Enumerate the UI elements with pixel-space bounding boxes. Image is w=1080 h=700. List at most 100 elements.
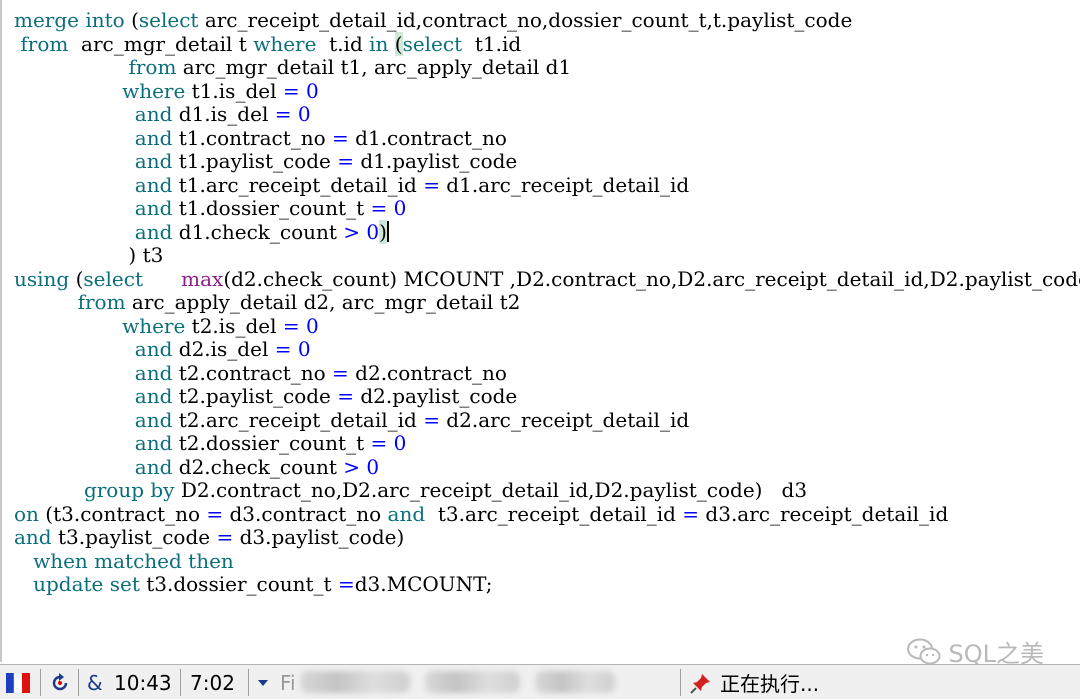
sql-text: t1.paylist_code (172, 149, 338, 173)
sql-text: t2.arc_receipt_detail_id (172, 407, 424, 432)
sql-text: d1.paylist_code (354, 149, 518, 173)
code-line[interactable]: and d2.is_del = 0 (14, 337, 311, 361)
code-line[interactable]: from arc_mgr_detail t where t.id in (sel… (14, 31, 522, 56)
matched-paren: ) (379, 219, 387, 244)
cursor-position: 7:02 (190, 670, 235, 695)
code-line[interactable]: from arc_mgr_detail t1, arc_apply_detail… (14, 55, 571, 79)
sql-text: arc_receipt_detail_id,contract_no,dossie… (198, 8, 853, 32)
sql-keyword: where (253, 31, 317, 56)
refresh-icon[interactable] (50, 665, 70, 700)
sql-text: d1.contract_no (348, 125, 507, 150)
sql-operator: > (343, 454, 361, 479)
code-line[interactable]: and t2.contract_no = d2.contract_no (14, 361, 507, 385)
sql-text: t2.paylist_code (172, 384, 338, 408)
code-line[interactable]: ) t3 (14, 243, 163, 267)
sql-text: d2.paylist_code (354, 384, 518, 408)
sql-keyword: and (134, 454, 173, 479)
code-line[interactable]: and t3.paylist_code = d3.paylist_code) (14, 525, 404, 549)
sql-text: (d2.check_count) MCOUNT ,D2.contract_no,… (223, 266, 1080, 291)
sql-operator: = (337, 149, 355, 173)
sql-text: t1.arc_receipt_detail_id (172, 172, 424, 197)
code-line[interactable]: and d1.check_count > 0) (14, 219, 389, 244)
sql-editor[interactable]: merge into (select arc_receipt_detail_id… (0, 0, 1080, 662)
sql-keyword: where (122, 78, 186, 103)
sql-text: (t3.contract_no (38, 501, 207, 526)
sql-operator: = (332, 125, 349, 150)
sql-number: 0 (297, 337, 311, 361)
sql-operator: > (343, 219, 361, 244)
code-line[interactable]: when matched then (14, 549, 234, 573)
code-line[interactable]: merge into (select arc_receipt_detail_id… (14, 8, 852, 32)
code-line[interactable]: where t1.is_del = 0 (14, 79, 319, 103)
code-line[interactable]: and t1.arc_receipt_detail_id = d1.arc_re… (14, 173, 689, 197)
sql-operator: = (370, 431, 388, 455)
sql-operator: = (337, 572, 355, 596)
code-line[interactable]: from arc_apply_detail d2, arc_mgr_detail… (14, 290, 521, 314)
sql-keyword: and (134, 125, 173, 150)
sql-keyword: and (134, 407, 173, 432)
sql-keyword: using (14, 266, 70, 291)
sql-text: d3.contract_no (223, 501, 388, 526)
code-line[interactable]: group by D2.contract_no,D2.arc_receipt_d… (14, 478, 807, 502)
sql-operator: = (332, 360, 349, 385)
status-prefix: Fi (280, 670, 296, 695)
sql-keyword: and (134, 337, 173, 361)
chevron-down-icon[interactable] (256, 665, 270, 700)
flag-icon (6, 665, 32, 700)
sql-keyword: select (138, 8, 199, 32)
sql-number: 0 (393, 431, 407, 455)
code-line[interactable]: and t2.arc_receipt_detail_id = d2.arc_re… (14, 408, 689, 432)
code-line[interactable]: and t2.paylist_code = d2.paylist_code (14, 384, 517, 408)
sql-text: ( (69, 266, 84, 291)
sql-keyword: where (122, 313, 186, 338)
code-line[interactable]: and d2.check_count > 0 (14, 455, 379, 479)
blurred-region (535, 671, 615, 693)
sql-number: 0 (297, 102, 311, 126)
sql-keyword: merge (14, 8, 79, 32)
sql-number: 0 (366, 219, 380, 244)
sql-text: arc_apply_detail d2, arc_mgr_detail t2 (125, 290, 521, 314)
sql-operator: = (282, 78, 300, 103)
clock-time: 10:43 (114, 670, 172, 695)
sql-text: t3.arc_receipt_detail_id (425, 501, 683, 526)
code-line[interactable]: update set t3.dossier_count_t =d3.MCOUNT… (14, 572, 492, 596)
code-line[interactable]: and d1.is_del = 0 (14, 102, 311, 126)
sql-text: d2.is_del (172, 337, 275, 361)
sql-keyword: on (14, 501, 39, 526)
sql-text: t2.is_del (185, 313, 283, 338)
code-line[interactable]: using (select max(d2.check_count) MCOUNT… (14, 267, 1080, 291)
blurred-region (425, 671, 520, 693)
sql-text: t1.id (462, 31, 522, 56)
sql-text: d2.contract_no (348, 360, 507, 385)
sql-keyword: and (134, 219, 173, 244)
sql-operator: = (274, 337, 292, 361)
sql-keyword: and (134, 172, 173, 197)
sql-keyword: and (134, 149, 173, 173)
code-line[interactable]: and t1.contract_no = d1.contract_no (14, 126, 507, 150)
code-line[interactable]: on (t3.contract_no = d3.contract_no and … (14, 502, 948, 526)
sql-text: t1.contract_no (172, 125, 333, 150)
code-line[interactable]: and t1.paylist_code = d1.paylist_code (14, 149, 517, 173)
code-line[interactable]: and t1.dossier_count_t = 0 (14, 196, 407, 220)
code-line[interactable]: and t2.dossier_count_t = 0 (14, 431, 407, 455)
sql-text: arc_mgr_detail t (68, 31, 254, 56)
code-line[interactable]: where t2.is_del = 0 (14, 314, 319, 338)
sql-operator: = (370, 196, 388, 220)
sql-keyword: and (134, 196, 173, 220)
sql-keyword: select (402, 31, 463, 56)
sql-text: t.id (316, 31, 370, 56)
sql-keyword: update set (33, 572, 140, 596)
sql-text: d3.arc_receipt_detail_id (699, 501, 949, 526)
wechat-icon (906, 638, 940, 664)
